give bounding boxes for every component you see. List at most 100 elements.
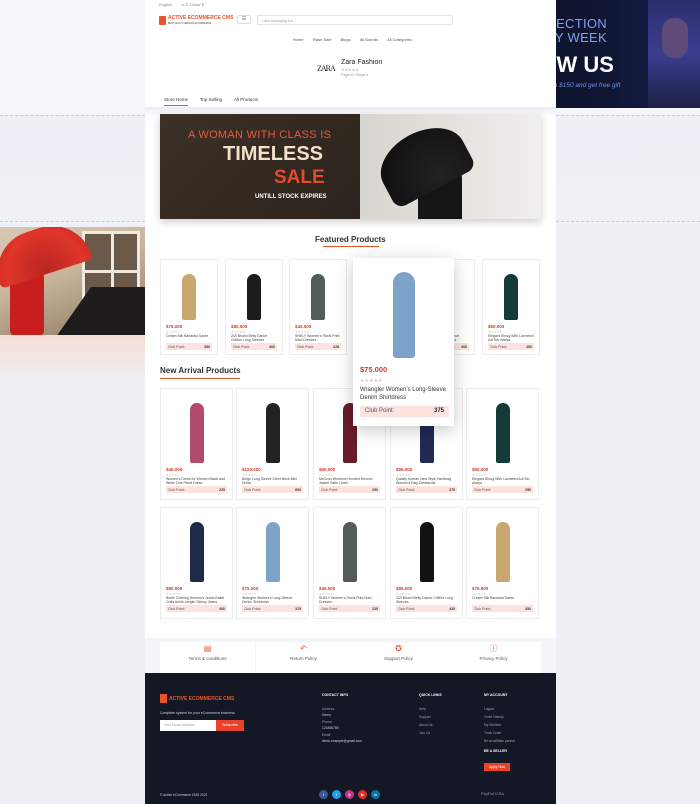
tab-all-products[interactable]: All Products: [234, 97, 258, 102]
footer-logo[interactable]: ACTIVE ECOMMERCE CMS: [169, 696, 234, 702]
product-name[interactable]: Cream Silk Banarasi Saree: [166, 334, 212, 338]
product-name[interactable]: McCrois Womens Hooded Rewool Jacket Sati…: [319, 477, 380, 485]
support-policy-label: Support Policy: [383, 656, 413, 661]
newsletter-email-input[interactable]: Your Email Address: [160, 720, 216, 731]
product-card[interactable]: $50.000 ★★★★★ Elegant Shrug With Laxmeed A…: [482, 259, 540, 355]
product-card[interactable]: $120.000 ★★★★★ Beige Long Sleeve Short Nec…: [236, 388, 309, 500]
quick-link[interactable]: Join Us: [419, 731, 430, 735]
contact-value: 123456789: [322, 726, 339, 730]
account-link[interactable]: My Wishlist: [484, 723, 501, 727]
product-card[interactable]: $75.000 ★★★★★ Cream Silk Banarasi Saree Clu…: [160, 259, 218, 355]
banner-line2: TIMELESS: [223, 143, 324, 165]
privacy-policy-label: Privacy Policy: [479, 656, 508, 661]
instagram-icon[interactable]: ◎: [345, 790, 354, 799]
return-policy-label: Return Policy: [290, 656, 317, 661]
product-name[interactable]: SHELY Women's Floral Print Maxi Dresses: [319, 596, 380, 604]
product-price: $85.000: [396, 586, 413, 591]
nav-all-brands[interactable]: All Brands: [360, 37, 378, 42]
return-policy-link[interactable]: ↶ Return Policy: [256, 642, 351, 673]
banner-line1: A WOMAN WITH CLASS IS: [188, 129, 332, 141]
dashed-divider: [556, 221, 700, 222]
product-name[interactable]: ZiZi Bhaini Belly Dance Chiffon Long Sle…: [231, 334, 277, 342]
product-card[interactable]: $80.000★★★★★ZiZi Bhaini Belly Dance Chif…: [225, 259, 283, 355]
club-point-value: 400: [461, 344, 467, 349]
policy-links: ▤ Terms & conditions ↶ Return Policy ✪ Supp…: [145, 638, 556, 673]
quick-link[interactable]: About Us: [419, 723, 433, 727]
club-point-badge: Club Point: 250: [488, 343, 534, 350]
product-name[interactable]: Quality Korean New Style Handbag Women's…: [396, 477, 457, 485]
tab-top-selling[interactable]: Top Selling: [200, 97, 222, 102]
nav-home[interactable]: Home: [293, 37, 304, 42]
my-account-title: MY ACCOUNT: [484, 693, 508, 697]
product-figure: [265, 522, 280, 582]
support-policy-link[interactable]: ✪ Support Policy: [351, 642, 446, 673]
product-figure: [247, 274, 261, 320]
club-point-label: Club Point:: [321, 606, 339, 611]
contact-value[interactable]: demo.example@gmail.com: [322, 739, 362, 743]
product-name[interactable]: Bridle Clothing Women's Jeans Ballet Cuf…: [166, 596, 227, 604]
categories-menu-button[interactable]: ☰: [237, 15, 251, 24]
product-name[interactable]: SHELY Women's Floral Print Maxi Dresses: [295, 334, 341, 342]
tab-store-home[interactable]: Store Home: [164, 97, 189, 106]
club-point-value: 225: [219, 487, 225, 492]
club-point-value: 250: [525, 487, 531, 492]
product-card[interactable]: $45.000 ★★★★★ Women's Dress for Women Blac…: [160, 388, 233, 500]
product-card[interactable]: $80.000 ★★★★★ Bridle Clothing Women's Jean…: [160, 507, 233, 619]
club-point-label: Club Point:: [474, 487, 492, 492]
product-name[interactable]: Wrangler Women's Long-Sleeve Denim Shirt…: [242, 596, 303, 604]
product-card[interactable]: $45.000 ★★★★★ SHELY Women's Floral Print M…: [289, 259, 347, 355]
apply-now-button[interactable]: Apply Now: [484, 763, 510, 771]
product-card[interactable]: $50.000 ★★★★★ Elegant Shrug With Laxmeed A…: [466, 388, 539, 500]
product-name[interactable]: Elegant Shrug With Laxmeed Adi Ser Abaya: [472, 477, 533, 485]
product-card[interactable]: $85.000 ★★★★★ ZiZi Bhaini Belly Dance Chif…: [390, 507, 463, 619]
product-name[interactable]: ZiZi Bhaini Belly Dance Chiffon Long Sle…: [396, 596, 457, 604]
account-link[interactable]: Be an affiliate partner: [484, 739, 515, 743]
currency-selector[interactable]: U.S. Dollar $: [181, 2, 204, 7]
sale-banner[interactable]: A WOMAN WITH CLASS IS TIMELESS SALE UNTI…: [160, 114, 541, 219]
product-price: $120.000: [242, 467, 261, 472]
quick-link[interactable]: Help: [419, 707, 426, 711]
product-figure: [342, 522, 357, 582]
club-point-label: Club Point:: [244, 606, 262, 611]
account-link[interactable]: Logout: [484, 707, 494, 711]
youtube-icon[interactable]: ▶: [358, 790, 367, 799]
contact-label: Phone:: [322, 720, 333, 724]
club-point-label: Club Point:: [321, 487, 339, 492]
product-card[interactable]: $75.000 ★★★★★ Cream Silk Banarasi Saree Clu…: [466, 507, 539, 619]
nav-blogs[interactable]: Blogs: [341, 37, 351, 42]
terms-link[interactable]: ▤ Terms & conditions: [160, 642, 255, 673]
club-point-value: 225: [333, 344, 339, 349]
nav-flash-sale[interactable]: Flash Sale: [313, 37, 332, 42]
club-point-badge: Club Point: 275: [396, 486, 457, 493]
nav-all-categories[interactable]: All Categories: [387, 37, 412, 42]
account-link[interactable]: Order History: [484, 715, 504, 719]
product-name[interactable]: Beige Long Sleeve Short Neck Mini Dress: [242, 477, 303, 485]
club-point-label: Club Point:: [244, 487, 262, 492]
product-card[interactable]: $45.000 ★★★★★ SHELY Women's Floral Print M…: [313, 507, 386, 619]
linkedin-icon[interactable]: in: [371, 790, 380, 799]
product-name[interactable]: Wrangler Women's Long-Sleeve Denim Shirt…: [360, 386, 448, 402]
main-nav: Home Flash Sale Blogs All Brands All Cat…: [145, 37, 556, 42]
umbrella-woman-photo: [0, 227, 145, 335]
quick-link[interactable]: Support: [419, 715, 431, 719]
product-popup-card[interactable]: $75.000 ★★★★★ Wrangler Women's Long-Slee…: [353, 258, 454, 426]
club-point-value: 600: [295, 487, 301, 492]
product-name[interactable]: Women's Dress for Women Black and White …: [166, 477, 227, 485]
club-point-label: Club Point:: [398, 606, 416, 611]
account-link[interactable]: Track Order: [484, 731, 501, 735]
facebook-icon[interactable]: f: [319, 790, 328, 799]
product-name[interactable]: Cream Silk Banarasi Saree: [472, 596, 533, 600]
search-input[interactable]: I am shopping for...: [257, 15, 453, 25]
product-image: [395, 512, 458, 582]
twitter-icon[interactable]: t: [332, 790, 341, 799]
language-selector[interactable]: English: [159, 2, 172, 7]
payment-methods: PayPal VISA: [481, 791, 504, 796]
product-name[interactable]: Elegant Shrug With Laxmeed Adi Ser Abaya: [488, 334, 534, 342]
product-figure: [189, 522, 204, 582]
section-underline: [323, 246, 379, 247]
product-card[interactable]: $75.000★★★★★Wrangler Women's Long-Sleeve…: [236, 507, 309, 619]
subscribe-button[interactable]: Subscribe: [216, 720, 244, 731]
store-subtitle: Pagar Ki Staqia a: [341, 73, 369, 77]
privacy-policy-link[interactable]: ⓘ Privacy Policy: [446, 642, 541, 673]
product-image: [318, 512, 381, 582]
